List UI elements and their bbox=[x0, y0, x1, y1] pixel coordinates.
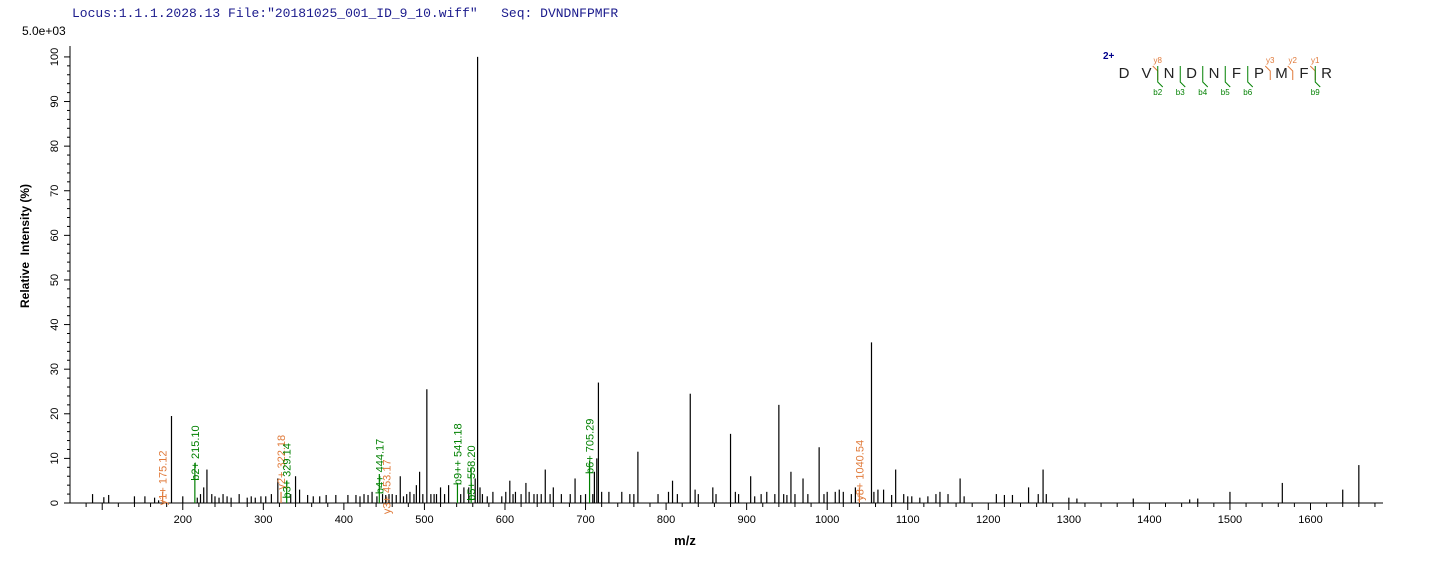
x-tick-label: 1300 bbox=[1057, 514, 1081, 526]
y-tick-label: 90 bbox=[49, 95, 61, 107]
b-ion-bracket bbox=[1157, 66, 1164, 88]
y-tick-label: 100 bbox=[49, 48, 61, 66]
x-axis: 200 300 400 500 600 700 800 900 1000 1100 1200 1300… bbox=[70, 502, 1383, 526]
ms-spectrum-chart: 5.0e+03 0 10 20 30 40 50 60 70 80 90 100 200 300 400… bbox=[18, 24, 1383, 548]
ion-label: b3+ 329.14 bbox=[282, 443, 294, 498]
y-tick-label: 50 bbox=[49, 274, 61, 286]
y-ion-bracket bbox=[1152, 65, 1159, 80]
y-ion-mark: y2 bbox=[1289, 56, 1298, 65]
y-ion-mark: y3 bbox=[1266, 56, 1275, 65]
residue-letter: F bbox=[1232, 65, 1241, 82]
y-ion-mark: y1 bbox=[1311, 56, 1320, 65]
y-tick-label: 40 bbox=[49, 318, 61, 330]
sequence-fragment-map: 2+D V N D N F P M F Ry8 y3 y2 y1b2 b3 b4 b5 b6 b9 bbox=[1103, 51, 1332, 97]
x-tick-label: 500 bbox=[415, 514, 433, 526]
y-tick-label: 20 bbox=[49, 408, 61, 420]
ion-label: b5+ 558.20 bbox=[466, 445, 478, 500]
residue-letter: N bbox=[1209, 65, 1220, 82]
residue-letter: N bbox=[1164, 65, 1175, 82]
x-tick-label: 600 bbox=[496, 514, 514, 526]
residue-letter: D bbox=[1186, 65, 1197, 82]
residue-letter: R bbox=[1321, 65, 1332, 82]
x-tick-label: 1400 bbox=[1137, 514, 1161, 526]
y-tick-label: 10 bbox=[49, 452, 61, 464]
x-tick-label: 900 bbox=[737, 514, 755, 526]
x-tick-label: 200 bbox=[174, 514, 192, 526]
ion-label: y8+ 1040.54 bbox=[854, 440, 866, 501]
x-tick-label: 800 bbox=[657, 514, 675, 526]
y-axis-label: Relative Intensity (%) bbox=[18, 184, 32, 308]
b-ion-bracket bbox=[1314, 66, 1321, 88]
x-tick-label: 1600 bbox=[1298, 514, 1322, 526]
y-tick-label: 70 bbox=[49, 185, 61, 197]
b-ion-bracket bbox=[1179, 66, 1186, 88]
x-tick-label: 1200 bbox=[976, 514, 1000, 526]
ion-label: b6+ 705.29 bbox=[585, 419, 597, 474]
x-tick-label: 400 bbox=[335, 514, 353, 526]
y-tick-label: 60 bbox=[49, 229, 61, 241]
residue-letter: P bbox=[1254, 65, 1264, 82]
b-ion-mark: b2 bbox=[1153, 88, 1162, 97]
b-ion-mark: b3 bbox=[1176, 88, 1185, 97]
b-ion-bracket bbox=[1202, 66, 1209, 88]
residue-letter: M bbox=[1275, 65, 1288, 82]
b-ion-bracket bbox=[1247, 66, 1254, 88]
x-tick-label: 1100 bbox=[896, 514, 920, 526]
y-tick-label: 30 bbox=[49, 363, 61, 375]
y-ion-bracket bbox=[1309, 65, 1316, 80]
x-axis-label: m/z bbox=[674, 533, 696, 548]
x-tick-label: 700 bbox=[576, 514, 594, 526]
y-tick-label: 80 bbox=[49, 140, 61, 152]
y-ion-bracket bbox=[1287, 65, 1294, 80]
b-ion-mark: b4 bbox=[1198, 88, 1207, 97]
ion-label: y3+ 453.17 bbox=[382, 459, 394, 514]
b-ion-bracket bbox=[1224, 66, 1231, 88]
x-tick-label: 1000 bbox=[815, 514, 839, 526]
y-ion-bracket bbox=[1264, 65, 1271, 80]
ion-label: y1+ 175.12 bbox=[158, 450, 170, 505]
b-ion-mark: b9 bbox=[1311, 88, 1320, 97]
x-tick-label: 1500 bbox=[1218, 514, 1242, 526]
intensity-scale-label: 5.0e+03 bbox=[22, 24, 66, 38]
y-tick-label: 0 bbox=[49, 500, 61, 506]
ion-annotations: y1+ 175.12 b2+ 215.10 y2+ 322.18b3+ 329.14… bbox=[158, 419, 867, 515]
y-axis: 0 10 20 30 40 50 60 70 80 90 100 bbox=[49, 46, 71, 506]
y-ion-mark: y8 bbox=[1154, 56, 1163, 65]
charge-state: 2+ bbox=[1103, 51, 1115, 62]
b-ion-mark: b5 bbox=[1221, 88, 1230, 97]
ion-label: b2+ 215.10 bbox=[190, 425, 202, 480]
ion-label: b9++ 541.18 bbox=[452, 423, 464, 485]
b-ion-mark: b6 bbox=[1243, 88, 1252, 97]
residue-letter: V bbox=[1141, 65, 1151, 82]
residue-letter: D bbox=[1119, 65, 1130, 82]
residue-letter: F bbox=[1299, 65, 1308, 82]
x-tick-label: 300 bbox=[254, 514, 272, 526]
